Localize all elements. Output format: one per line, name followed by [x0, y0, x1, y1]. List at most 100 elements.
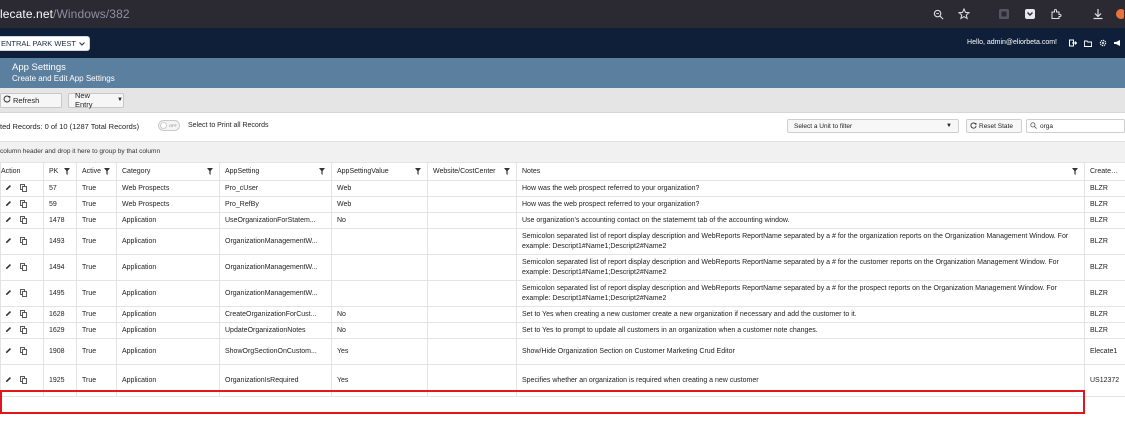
group-by-drop-zone[interactable]: column header and drop it here to group … — [0, 141, 1125, 163]
table-row: 1495 True Application OrganizationManage… — [0, 280, 1125, 307]
new-entry-button[interactable]: New Entry ▼ — [68, 91, 124, 109]
extension-icon[interactable] — [991, 0, 1017, 28]
column-header-action[interactable]: Action — [0, 162, 44, 181]
copy-icon[interactable] — [20, 236, 27, 247]
cell-pk: 1493 — [43, 228, 77, 255]
cell-created-by: BLZR — [1084, 212, 1125, 229]
cell-category: Application — [116, 212, 220, 229]
records-summary: ted Records: 0 of 10 (1287 Total Records… — [0, 122, 140, 131]
filter-icon[interactable] — [104, 168, 110, 177]
bookmark-star-icon[interactable] — [951, 0, 977, 28]
zoom-icon[interactable] — [925, 0, 951, 28]
extensions-puzzle-icon[interactable] — [1043, 0, 1069, 28]
copy-icon[interactable] — [20, 199, 27, 210]
copy-icon[interactable] — [20, 375, 27, 386]
column-header-active[interactable]: Active — [76, 162, 117, 181]
profile-icon[interactable] — [1111, 0, 1125, 28]
cell-notes: Specifies whether an organization is req… — [516, 364, 1085, 397]
refresh-button[interactable]: Refresh — [0, 92, 62, 108]
logout-icon[interactable] — [1065, 28, 1080, 58]
cell-pk: 1495 — [43, 280, 77, 307]
edit-pencil-icon[interactable] — [5, 376, 12, 385]
print-all-label: Select to Print all Records — [188, 122, 269, 129]
folder-icon[interactable] — [1080, 28, 1095, 58]
reset-state-label: Reset State — [979, 122, 1013, 130]
cell-appsetting: Pro_cUser — [219, 180, 332, 197]
page-title: App Settings — [12, 62, 66, 73]
megaphone-icon[interactable] — [1110, 28, 1125, 58]
cell-notes: Set to Yes when creating a new customer … — [516, 306, 1085, 323]
filter-icon[interactable] — [504, 168, 510, 177]
edit-pencil-icon[interactable] — [5, 200, 12, 209]
column-header-category[interactable]: Category — [116, 162, 220, 181]
edit-pencil-icon[interactable] — [5, 184, 12, 193]
refresh-label: Refresh — [13, 95, 40, 105]
column-header-created-by[interactable]: Created B — [1084, 162, 1125, 181]
browser-toolbar: lecate.net/Windows/382 — [0, 0, 1125, 28]
row-actions — [0, 228, 44, 255]
cell-value — [331, 254, 428, 281]
cell-pk: 57 — [43, 180, 77, 197]
column-header-notes[interactable]: Notes — [516, 162, 1085, 181]
column-header-appsettingvalue[interactable]: AppSettingValue — [331, 162, 428, 181]
cell-active: True — [76, 228, 117, 255]
edit-pencil-icon[interactable] — [5, 263, 12, 272]
unit-select-value: ENTRAL PARK WEST — [1, 38, 77, 48]
edit-pencil-icon[interactable] — [5, 310, 12, 319]
edit-pencil-icon[interactable] — [5, 237, 12, 246]
pocket-icon[interactable] — [1017, 0, 1043, 28]
table-row: 57 True Web Prospects Pro_cUser Web How … — [0, 180, 1125, 197]
cell-created-by: Elecate1 — [1084, 338, 1125, 365]
copy-icon[interactable] — [20, 346, 27, 357]
unit-select-dropdown[interactable]: ENTRAL PARK WEST — [0, 35, 91, 51]
cell-created-by: BLZR — [1084, 306, 1125, 323]
copy-icon[interactable] — [20, 183, 27, 194]
table-row: 1478 True Application UseOrganizationFor… — [0, 212, 1125, 229]
edit-pencil-icon[interactable] — [5, 216, 12, 225]
copy-icon[interactable] — [20, 215, 27, 226]
grid-toolbar: Refresh New Entry ▼ — [0, 88, 1125, 113]
gear-icon[interactable] — [1095, 28, 1110, 58]
cell-website — [427, 322, 517, 339]
refresh-icon — [3, 95, 11, 105]
cell-website — [427, 364, 517, 397]
column-header-website[interactable]: Website/CostCenter — [427, 162, 517, 181]
unit-filter-placeholder: Select a Unit to filter — [794, 123, 853, 130]
cell-appsetting: OrganizationManagementW... — [219, 280, 332, 307]
row-actions — [0, 254, 44, 281]
page-header: App Settings Create and Edit App Setting… — [0, 58, 1125, 88]
cell-created-by: BLZR — [1084, 280, 1125, 307]
edit-pencil-icon[interactable] — [5, 326, 12, 335]
cell-active: True — [76, 254, 117, 281]
copy-icon[interactable] — [20, 288, 27, 299]
unit-filter-dropdown[interactable]: Select a Unit to filter ▼ — [787, 119, 959, 133]
search-input[interactable] — [1040, 122, 1110, 130]
reset-state-button[interactable]: Reset State — [966, 119, 1022, 133]
cell-notes: Semicolon separated list of report displ… — [516, 228, 1085, 255]
cell-website — [427, 280, 517, 307]
table-row: 1493 True Application OrganizationManage… — [0, 228, 1125, 255]
copy-icon[interactable] — [20, 262, 27, 273]
print-all-toggle[interactable]: OFF — [158, 120, 180, 131]
search-box[interactable] — [1026, 119, 1125, 133]
row-actions — [0, 322, 44, 339]
filter-icon[interactable] — [319, 168, 325, 177]
refresh-icon — [970, 121, 977, 131]
address-bar[interactable]: lecate.net/Windows/382 — [0, 7, 130, 21]
cell-value: Web — [331, 180, 428, 197]
filter-icon[interactable] — [1072, 168, 1078, 177]
cell-website — [427, 338, 517, 365]
download-icon[interactable] — [1085, 0, 1111, 28]
filter-icon[interactable] — [415, 168, 421, 177]
table-row-highlighted: 1925 True Application OrganizationIsRequ… — [0, 364, 1125, 397]
edit-pencil-icon[interactable] — [5, 347, 12, 356]
column-header-pk[interactable]: PK — [43, 162, 77, 181]
column-header-appsetting[interactable]: AppSetting — [219, 162, 332, 181]
copy-icon[interactable] — [20, 325, 27, 336]
filter-icon[interactable] — [207, 168, 213, 177]
cell-created-by: BLZR — [1084, 228, 1125, 255]
row-actions — [0, 280, 44, 307]
edit-pencil-icon[interactable] — [5, 289, 12, 298]
copy-icon[interactable] — [20, 309, 27, 320]
filter-icon[interactable] — [64, 168, 70, 177]
